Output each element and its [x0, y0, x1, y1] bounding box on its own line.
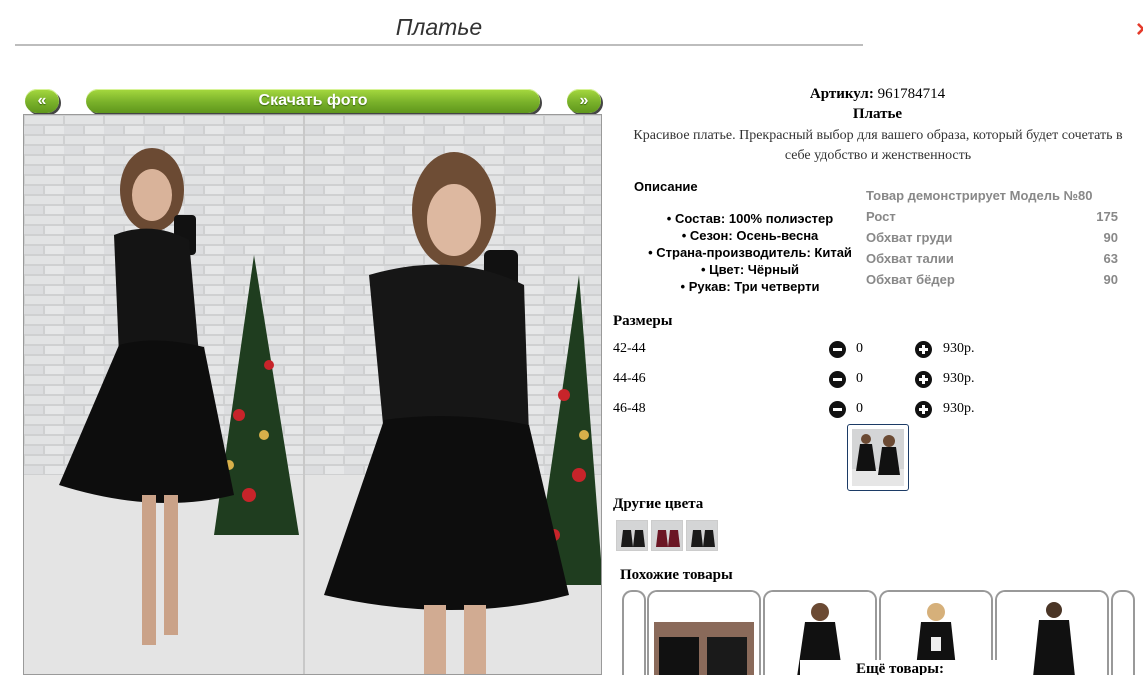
model-row-label: Обхват бёдер — [866, 272, 955, 287]
size-price: 930р. — [943, 371, 975, 386]
prev-photo-button[interactable]: « — [25, 89, 59, 113]
similar-item[interactable] — [622, 590, 646, 675]
plus-icon[interactable] — [915, 401, 932, 418]
spec-heading: Описание — [634, 179, 698, 194]
sku-label: Артикул: — [809, 86, 874, 102]
similar-item[interactable] — [647, 590, 761, 675]
model-row: Обхват груди 90 — [866, 227, 1118, 248]
model-row: Обхват талии 63 — [866, 248, 1118, 269]
size-label: 42-44 — [613, 341, 646, 356]
close-icon[interactable]: × — [1136, 18, 1143, 42]
model-row-label: Обхват талии — [866, 251, 954, 266]
spec-list: Состав: 100% полиэстер Сезон: Осень-весн… — [630, 210, 870, 295]
model-row-label: Рост — [866, 209, 896, 224]
spec-item: Страна-производитель: Китай — [630, 244, 870, 261]
model-heading: Товар демонстрирует Модель №80 — [866, 188, 1093, 203]
other-colors-heading: Другие цвета — [613, 496, 704, 512]
sizes-heading: Размеры — [613, 313, 673, 329]
size-row: 46-48 0 930р. — [613, 399, 993, 429]
spec-item: Сезон: Осень-весна — [630, 227, 870, 244]
model-row-value: 175 — [1096, 209, 1118, 224]
model-row: Обхват бёдер 90 — [866, 269, 1118, 290]
product-name: Платье — [852, 106, 903, 122]
product-description: Красивое платье. Прекрасный выбор для ва… — [633, 128, 1123, 163]
color-swatch[interactable] — [686, 520, 718, 551]
similar-heading: Похожие товары — [620, 567, 733, 583]
size-row: 44-46 0 930р. — [613, 369, 993, 399]
size-label: 44-46 — [613, 371, 646, 386]
model-row-value: 90 — [1103, 272, 1118, 287]
model-row-label: Обхват груди — [866, 230, 953, 245]
spec-item: Цвет: Чёрный — [630, 261, 870, 278]
similar-item[interactable] — [995, 590, 1109, 675]
product-photo — [23, 114, 602, 675]
model-table: Товар демонстрирует Модель №80 Рост 175 … — [866, 185, 1118, 290]
model-row-value: 63 — [1103, 251, 1118, 266]
model-row: Рост 175 — [866, 206, 1118, 227]
size-quantity: 0 — [856, 341, 863, 356]
size-price: 930р. — [943, 401, 975, 416]
download-photo-button[interactable]: Скачать фото — [86, 89, 540, 113]
size-label: 46-48 — [613, 401, 646, 416]
product-thumbnail[interactable] — [847, 424, 909, 491]
plus-icon[interactable] — [915, 371, 932, 388]
size-quantity: 0 — [856, 371, 863, 386]
minus-icon[interactable] — [829, 371, 846, 388]
similar-item[interactable] — [1111, 590, 1135, 675]
next-photo-button[interactable]: » — [567, 89, 601, 113]
plus-icon[interactable] — [915, 341, 932, 358]
sku-value: 961784714 — [877, 86, 946, 102]
sku-line: Артикул: 961784714 — [612, 86, 1143, 103]
spec-item: Рукав: Три четверти — [630, 278, 870, 295]
minus-icon[interactable] — [829, 341, 846, 358]
color-swatch[interactable] — [616, 520, 648, 551]
more-products-label[interactable]: Ещё товары: — [800, 660, 1000, 675]
size-price: 930р. — [943, 341, 975, 356]
model-row-value: 90 — [1103, 230, 1118, 245]
size-row: 42-44 0 930р. — [613, 339, 993, 369]
color-swatch[interactable] — [651, 520, 683, 551]
minus-icon[interactable] — [829, 401, 846, 418]
page-title: Платье — [15, 14, 863, 46]
size-quantity: 0 — [856, 401, 863, 416]
spec-item: Состав: 100% полиэстер — [630, 210, 870, 227]
